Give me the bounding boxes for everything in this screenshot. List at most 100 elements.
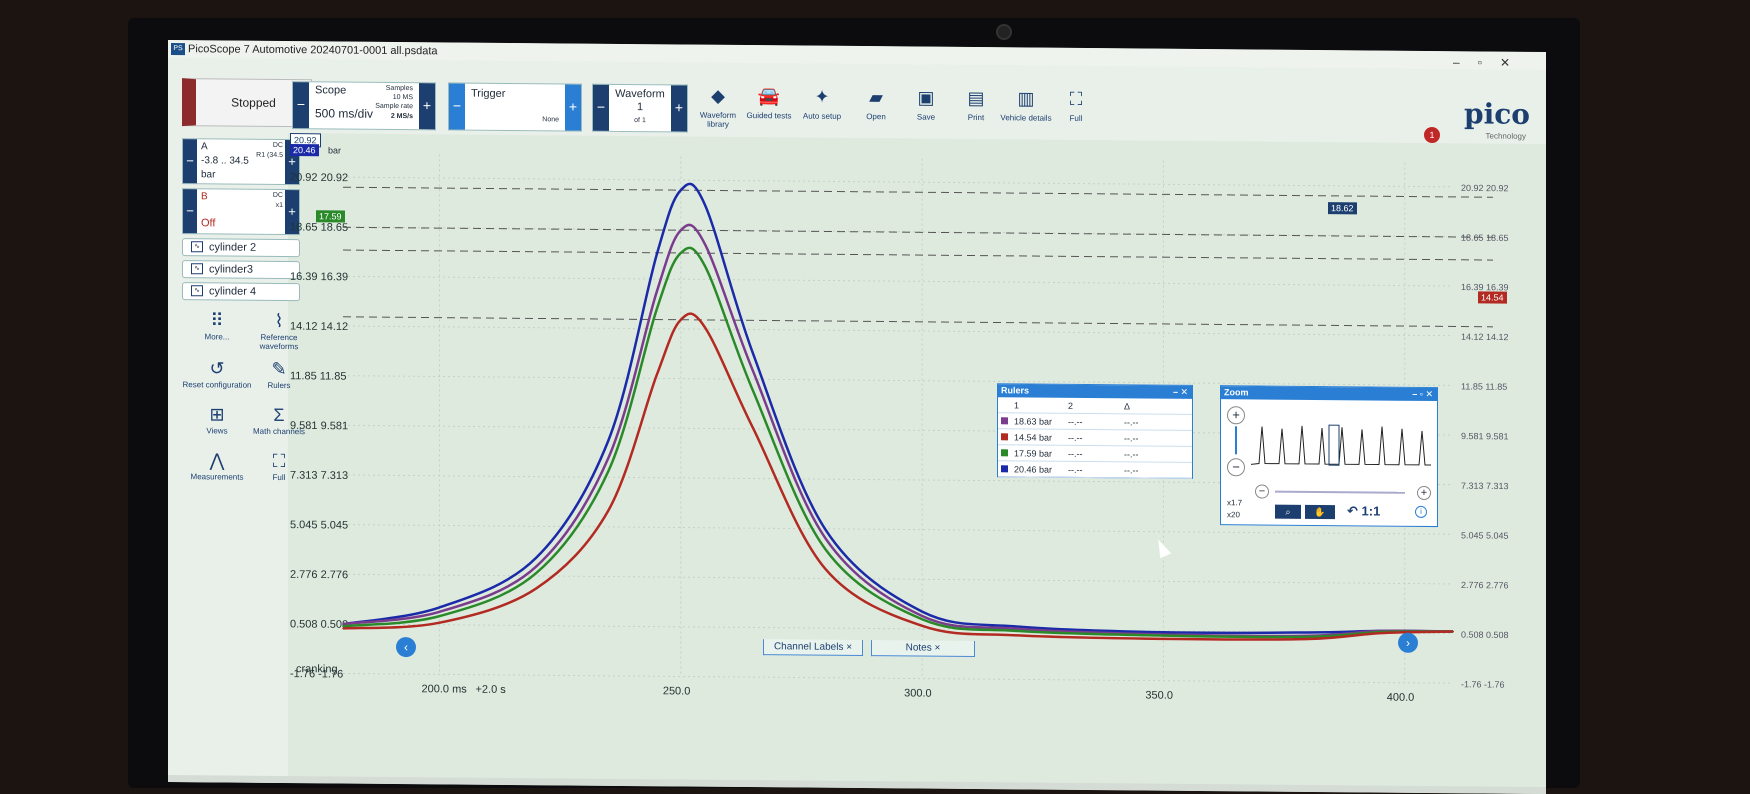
y-tick-label-right: 0.508 0.508: [1461, 630, 1509, 640]
scroll-left-button[interactable]: ‹: [396, 636, 416, 658]
more-button[interactable]: ⠿ More...: [182, 308, 252, 342]
close-icon[interactable]: ×: [935, 643, 941, 654]
waveform-point-3: [824, 568, 827, 570]
math-channel-cylinder-2[interactable]: ∿ cylinder 2: [182, 238, 300, 258]
waveform-point-1: [752, 370, 755, 373]
save-button[interactable]: ▣ Save: [898, 86, 954, 122]
zoom-tool-button[interactable]: ⌕: [1275, 504, 1301, 519]
waveform-point-0: [704, 204, 706, 206]
grid-dots-icon: ⠿: [210, 310, 224, 331]
trigger-label: Trigger: [471, 87, 506, 100]
notes-text[interactable]: cranking: [296, 663, 338, 675]
ruler-line: [343, 226, 1493, 238]
waveform-label: Waveform: [615, 87, 665, 101]
ruler-row[interactable]: 14.54 bar --.-- --.--: [998, 429, 1192, 447]
waveform-point-3: [607, 509, 610, 512]
horizontal-zoom-slider[interactable]: [1275, 490, 1405, 494]
zoom-reset-button[interactable]: ↶ 1:1: [1347, 503, 1380, 519]
waveform-next-button[interactable]: +: [671, 85, 687, 132]
folder-icon: ▰: [869, 87, 883, 108]
auto-setup-button[interactable]: ✦ Auto setup: [794, 85, 850, 121]
channel-b-control[interactable]: − B DC x1 Off +: [182, 188, 300, 236]
zoom-in-button[interactable]: +: [1227, 406, 1245, 425]
gridline-h: [343, 375, 1453, 386]
vertical-zoom-slider[interactable]: [1235, 426, 1237, 455]
waveform-point-3: [535, 587, 537, 590]
ruler-tag-3[interactable]: 17.59: [316, 210, 345, 223]
vehicle-details-button[interactable]: ▥ Vehicle details: [998, 87, 1054, 122]
webcam: [996, 24, 1012, 40]
waveform-point-0: [655, 253, 658, 256]
timebase-decrease-button[interactable]: −: [293, 82, 309, 129]
waveform-point-1: [1017, 628, 1020, 630]
gridline-h: [343, 325, 1453, 337]
trigger-mode[interactable]: None: [542, 116, 559, 123]
channel-a-range-decrease[interactable]: −: [183, 139, 197, 184]
ruler-value-2: --.--: [1068, 464, 1083, 475]
full-screen-button[interactable]: ⛶ Full: [1048, 88, 1104, 123]
open-button[interactable]: ▰ Open: [848, 86, 904, 121]
ruler-tag-right[interactable]: 18.62: [1328, 202, 1357, 215]
tab-channel-labels[interactable]: Channel Labels ×: [763, 639, 863, 657]
horizontal-zoom-in[interactable]: +: [1417, 485, 1431, 501]
ruler-tag-4[interactable]: 14.54: [1478, 291, 1507, 304]
waveform-point-1: [921, 615, 923, 617]
y-tick-label-right: 5.045 5.045: [1461, 530, 1509, 540]
samples-value: 10 MS: [392, 93, 413, 102]
ruler-row[interactable]: 17.59 bar --.-- --.--: [998, 445, 1192, 463]
waveform-point-0: [438, 606, 441, 609]
zoom-overview[interactable]: [1251, 422, 1431, 474]
ruler-value-1: 17.59 bar: [1014, 448, 1053, 459]
waveform-library-button[interactable]: ◆ Waveform library: [690, 85, 746, 129]
info-icon[interactable]: i: [1415, 505, 1427, 518]
timebase-increase-button[interactable]: +: [419, 83, 435, 130]
pan-tool-button[interactable]: ✋: [1305, 504, 1335, 520]
bottom-tabs: Channel Labels × Notes ×: [763, 639, 983, 658]
waveform-count: of 1: [634, 117, 646, 125]
scroll-right-button[interactable]: ›: [1398, 632, 1418, 653]
ruler-row[interactable]: 18.63 bar --.-- --.--: [998, 413, 1192, 431]
ruler-delta: --.--: [1124, 465, 1139, 476]
measurements-button[interactable]: ⋀ Measurements: [182, 448, 252, 482]
notification-badge[interactable]: 1: [1424, 126, 1440, 144]
y-tick-label-right: 11.85 11.85: [1461, 381, 1507, 391]
waveform-point-2: [535, 572, 537, 575]
waveform-index: 1: [636, 101, 644, 114]
waveform-point-1: [824, 537, 827, 540]
app-logo-icon: PS: [171, 43, 185, 56]
rulers-panel: Rulers – ✕ 1 2 Δ 18.63 bar --.-- --.-- 14.54…: [997, 383, 1193, 479]
measurement-icon: ⋀: [209, 450, 225, 471]
magnifier-icon: ⌕: [1285, 506, 1291, 517]
horizontal-zoom-out[interactable]: −: [1255, 484, 1269, 499]
waveform-point-2: [1162, 634, 1165, 637]
y-tick-label-right: -1.76 -1.76: [1461, 679, 1505, 689]
waveform-point-3: [1307, 638, 1310, 640]
waveform-point-0: [1017, 625, 1020, 628]
trigger-decrease-button[interactable]: −: [449, 83, 465, 130]
close-icon[interactable]: ×: [846, 642, 852, 653]
close-icon[interactable]: – ▫ ✕: [1412, 388, 1437, 401]
views-button[interactable]: ⊞ Views: [182, 402, 252, 436]
close-icon[interactable]: – ✕: [1173, 386, 1192, 399]
ruler-line: [343, 249, 1493, 261]
reset-configuration-button[interactable]: ↺ Reset configuration: [182, 356, 252, 390]
ruler-color-swatch: [1001, 465, 1008, 473]
waveform-prev-button[interactable]: −: [593, 84, 609, 131]
channel-a-control[interactable]: − A DC -3.8 .. 34.5 R1 (34.5 bar +: [182, 138, 300, 186]
undo-icon: ↶: [1347, 503, 1358, 519]
waveform-point-2: [607, 470, 610, 472]
math-channel-icon: ∿: [191, 241, 203, 253]
guided-tests-button[interactable]: 🚘 Guided tests: [741, 85, 797, 120]
waveform-point-0: [607, 439, 610, 442]
ruler-tag-1[interactable]: 20.46: [290, 144, 319, 157]
ruler-row[interactable]: 20.46 bar --.-- --.--: [998, 461, 1192, 479]
scope-plot-area[interactable]: 20.92 20.92 20.92 20.92 18.65 18.65 18.65 1…: [288, 133, 1513, 704]
math-channel-cylinder3[interactable]: ∿ cylinder3: [182, 260, 300, 280]
trigger-increase-button[interactable]: +: [565, 84, 581, 131]
tab-notes[interactable]: Notes ×: [871, 640, 975, 658]
print-button[interactable]: ▤ Print: [948, 87, 1004, 122]
zoom-out-button[interactable]: −: [1227, 458, 1245, 477]
channel-b-range-decrease[interactable]: −: [183, 189, 197, 234]
timebase-value[interactable]: 500 ms/div: [315, 106, 373, 121]
math-channel-cylinder-4[interactable]: ∿ cylinder 4: [182, 282, 300, 302]
